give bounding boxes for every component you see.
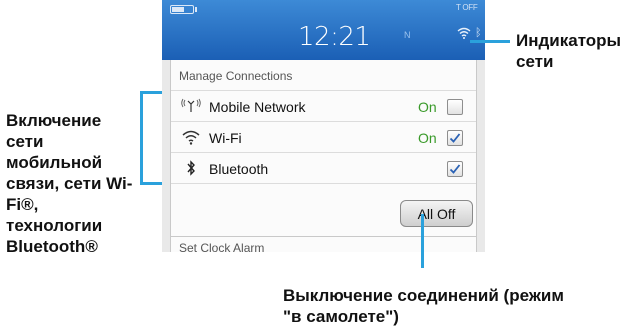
battery-icon (170, 5, 197, 14)
callout-line-left-top (140, 91, 162, 94)
callout-line-network (470, 40, 510, 43)
callout-network-indicators: Индикаторы сети (516, 31, 622, 71)
bluetooth-checkbox[interactable] (447, 161, 463, 177)
row-divider (171, 183, 476, 185)
mobile-network-checkbox[interactable] (447, 99, 463, 115)
wifi-status-icon (457, 27, 471, 39)
callout-line-left-bottom (140, 182, 162, 185)
connection-label: Wi-Fi (209, 130, 242, 146)
callout-line-left-vertical (140, 91, 143, 185)
panel-title: Set Clock Alarm (179, 241, 265, 252)
callout-enable-connections: Включение сети мобильной связи, сети Wi-… (6, 111, 133, 256)
signal-off-indicator: T OFF (456, 3, 478, 12)
checkmark-icon (449, 133, 461, 143)
connection-row-mobile-network[interactable]: Mobile Network On (171, 90, 476, 122)
bluetooth-status-icon: ᛒ (475, 27, 482, 39)
network-type-indicator: N (404, 30, 411, 40)
bluetooth-icon (187, 160, 195, 176)
wifi-icon (182, 130, 200, 145)
status-bar: 12:21 N T OFF ᛒ (162, 0, 485, 60)
callout-line-bottom (421, 214, 424, 268)
connection-row-wifi[interactable]: Wi-Fi On (171, 121, 476, 153)
set-clock-alarm-panel[interactable]: Set Clock Alarm (170, 236, 477, 252)
connection-label: Mobile Network (209, 99, 306, 115)
all-off-button[interactable]: All Off (400, 200, 473, 227)
connection-state: On (418, 130, 437, 146)
panel-title: Manage Connections (179, 69, 293, 83)
callout-disable-connections: Выключение соединений (режим "в самолете… (283, 286, 564, 326)
connection-label: Bluetooth (209, 161, 269, 177)
clock-time: 12:21 (298, 22, 371, 52)
connection-row-bluetooth[interactable]: Bluetooth (171, 152, 476, 184)
device-screen: 12:21 N T OFF ᛒ Manage Connections Mobil… (162, 0, 485, 252)
mobile-network-icon (181, 98, 201, 112)
connection-state: On (418, 99, 437, 115)
wifi-checkbox[interactable] (447, 130, 463, 146)
checkmark-icon (449, 164, 461, 174)
manage-connections-panel: Manage Connections Mobile Network On Wi- (170, 60, 477, 237)
